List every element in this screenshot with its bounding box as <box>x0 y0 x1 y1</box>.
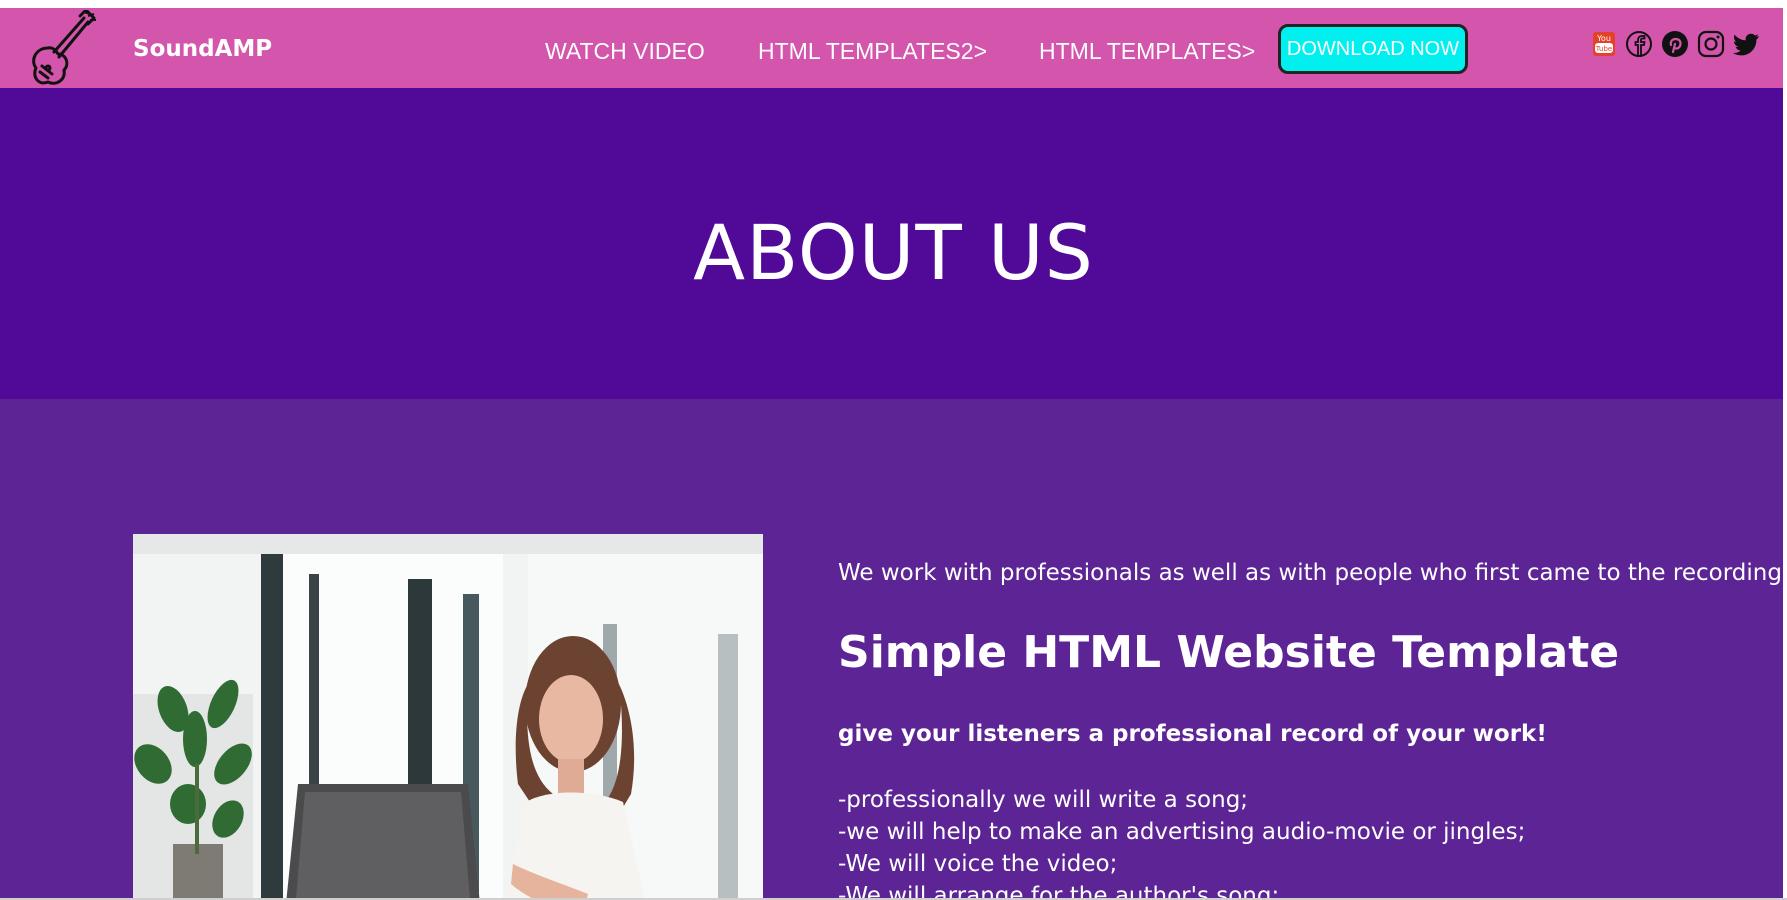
instagram-icon[interactable] <box>1697 30 1725 58</box>
about-intro: We work with professionals as well as wi… <box>838 560 1787 586</box>
twitter-icon[interactable] <box>1732 30 1761 58</box>
svg-text:You: You <box>1596 34 1611 43</box>
facebook-icon[interactable] <box>1625 30 1653 58</box>
about-section: We work with professionals as well as wi… <box>0 399 1787 900</box>
list-item: -We will voice the video; <box>838 851 1118 877</box>
list-item: -professionally we will write a song; <box>838 787 1249 813</box>
navbar: SoundAMP WATCH VIDEO HTML TEMPLATES2> HT… <box>0 8 1787 88</box>
list-item: -we will help to make an advertising aud… <box>838 819 1526 845</box>
services-list: -professionally we will write a song; -w… <box>838 784 1525 900</box>
nav-link-html-templates[interactable]: HTML TEMPLATES> <box>1039 38 1255 65</box>
list-item: -We will arrange for the author's song; <box>838 883 1280 900</box>
nav-link-html-templates2[interactable]: HTML TEMPLATES2> <box>758 38 987 65</box>
youtube-icon[interactable]: You Tube <box>1590 30 1618 58</box>
woman-laptop-photo <box>133 534 763 900</box>
scrollbar[interactable] <box>1783 8 1787 900</box>
download-now-button[interactable]: DOWNLOAD NOW <box>1278 24 1468 74</box>
brand-name[interactable]: SoundAMP <box>133 36 272 62</box>
about-subheading: give your listeners a professional recor… <box>838 721 1547 747</box>
pinterest-icon[interactable] <box>1661 30 1689 58</box>
about-heading: Simple HTML Website Template <box>838 627 1620 678</box>
hero-banner: ABOUT US <box>0 88 1787 399</box>
svg-text:Tube: Tube <box>1595 45 1612 53</box>
page-title: ABOUT US <box>693 208 1094 297</box>
guitar-icon[interactable] <box>26 8 102 88</box>
nav-link-watch-video[interactable]: WATCH VIDEO <box>545 38 705 65</box>
top-strip <box>0 0 1787 8</box>
